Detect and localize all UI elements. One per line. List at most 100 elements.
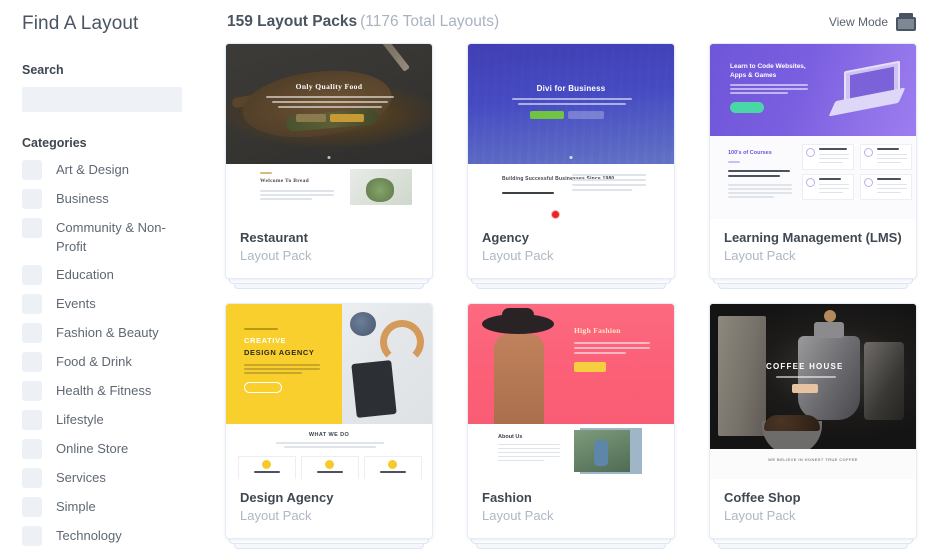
layout-pack-card-slot: High Fashion About Us Fashion Layout Pac… [467, 303, 675, 549]
thumb-hero-button [574, 362, 606, 372]
card-meta: Design Agency Layout Pack [226, 479, 432, 538]
checkbox-icon[interactable] [22, 294, 42, 314]
thumb-section-heading: About Us [498, 434, 523, 440]
category-label: Online Store [56, 441, 129, 456]
thumb-hero-heading-top: CREATIVE [244, 336, 287, 345]
category-list: Art & Design Business Community & Non-Pr… [22, 160, 203, 546]
layout-pack-card-slot: Learn to Code Websites, Apps & Games 100… [709, 43, 917, 289]
page-title: Find A Layout [22, 13, 139, 34]
thumb-section-heading: 100's of Courses [728, 150, 772, 156]
category-item-health-fitness[interactable]: Health & Fitness [22, 381, 203, 401]
category-item-services[interactable]: Services [22, 468, 203, 488]
card-title: Restaurant [240, 230, 308, 245]
layout-pack-count-main: 159 Layout Packs [227, 13, 358, 30]
card-subtitle: Layout Pack [240, 248, 312, 263]
layout-pack-card-slot: COFFEE HOUSE WE BELIEVE IN HONEST TRUE C… [709, 303, 917, 549]
layout-pack-card-coffee-shop[interactable]: COFFEE HOUSE WE BELIEVE IN HONEST TRUE C… [709, 303, 917, 539]
thumb-hero-button [244, 382, 282, 393]
category-item-food-drink[interactable]: Food & Drink [22, 352, 203, 372]
card-thumbnail: Learn to Code Websites, Apps & Games 100… [710, 44, 916, 219]
search-label: Search [22, 63, 64, 77]
category-item-lifestyle[interactable]: Lifestyle [22, 410, 203, 430]
thumb-section-heading: WHAT WE DO [308, 432, 350, 438]
thumb-hero-heading: Divi for Business [536, 84, 606, 93]
thumb-hero-button [330, 114, 364, 122]
cursor-position-indicator [552, 211, 559, 218]
layout-pack-count: 159 Layout Packs (1176 Total Layouts) [227, 12, 499, 32]
category-item-online-store[interactable]: Online Store [22, 439, 203, 459]
card-title: Agency [482, 230, 529, 245]
thumb-hero-heading: DESIGN AGENCY [244, 348, 315, 357]
category-label: Fashion & Beauty [56, 325, 159, 340]
category-item-business[interactable]: Business [22, 189, 203, 209]
category-label: Business [56, 191, 109, 206]
category-label: Technology [56, 528, 122, 543]
card-subtitle: Layout Pack [724, 508, 796, 523]
card-subtitle: Layout Pack [724, 248, 796, 263]
checkbox-icon[interactable] [22, 160, 42, 180]
category-label: Food & Drink [56, 354, 132, 369]
layout-pack-card-slot: Divi for Business Building Successful Bu… [467, 43, 675, 289]
checkbox-icon[interactable] [22, 381, 42, 401]
card-stack-icon[interactable] [896, 13, 916, 31]
layout-pack-card-slot: CREATIVE DESIGN AGENCY WHAT WE DO Design… [225, 303, 433, 549]
card-meta: Learning Management (LMS) Layout Pack [710, 219, 916, 278]
checkbox-icon[interactable] [22, 410, 42, 430]
thumb-hero-heading: Only Quality Food [295, 82, 363, 91]
checkbox-icon[interactable] [22, 439, 42, 459]
layout-pack-card-agency[interactable]: Divi for Business Building Successful Bu… [467, 43, 675, 279]
thumb-hero-heading: COFFEE HOUSE [766, 362, 844, 371]
card-subtitle: Layout Pack [482, 508, 554, 523]
category-item-art-design[interactable]: Art & Design [22, 160, 203, 180]
category-label: Health & Fitness [56, 383, 152, 398]
card-thumbnail: High Fashion About Us [468, 304, 674, 479]
thumb-section-heading: Welcome To Bread [260, 178, 310, 184]
layout-pack-grid: Only Quality Food Welcome To Bread Resta… [225, 38, 930, 549]
checkbox-icon[interactable] [22, 497, 42, 517]
layout-pack-card-restaurant[interactable]: Only Quality Food Welcome To Bread Resta… [225, 43, 433, 279]
checkbox-icon[interactable] [22, 218, 42, 238]
category-label: Services [56, 470, 106, 485]
layout-packs-main: 159 Layout Packs (1176 Total Layouts) Vie… [225, 0, 940, 551]
checkbox-icon[interactable] [22, 526, 42, 546]
card-thumbnail: Divi for Business Building Successful Bu… [468, 44, 674, 219]
search-input[interactable] [22, 87, 182, 112]
card-subtitle: Layout Pack [482, 248, 554, 263]
category-label: Art & Design [56, 162, 129, 177]
thumb-section-heading: WE BELIEVE IN HONEST TRUE COFFEE [768, 457, 858, 462]
view-mode-label: View Mode [828, 15, 888, 29]
category-label: Community & Non-Profit [56, 220, 166, 254]
category-item-fashion-beauty[interactable]: Fashion & Beauty [22, 323, 203, 343]
thumb-hero-heading: Learn to Code Websites, Apps & Games [730, 63, 806, 79]
thumb-hero-heading: High Fashion [574, 326, 621, 335]
card-subtitle: Layout Pack [240, 508, 312, 523]
view-mode-toggle[interactable]: View Mode [829, 13, 928, 31]
category-item-simple[interactable]: Simple [22, 497, 203, 517]
category-label: Events [56, 296, 96, 311]
card-thumbnail: Only Quality Food Welcome To Bread [226, 44, 432, 219]
category-label: Simple [56, 499, 96, 514]
card-meta: Agency Layout Pack [468, 219, 674, 278]
card-meta: Restaurant Layout Pack [226, 219, 432, 278]
category-item-events[interactable]: Events [22, 294, 203, 314]
layout-pack-card-lms[interactable]: Learn to Code Websites, Apps & Games 100… [709, 43, 917, 279]
category-item-technology[interactable]: Technology [22, 526, 203, 546]
layout-pack-card-slot: Only Quality Food Welcome To Bread Resta… [225, 43, 433, 289]
main-header: 159 Layout Packs (1176 Total Layouts) Vie… [225, 6, 930, 38]
checkbox-icon[interactable] [22, 189, 42, 209]
thumb-hero-button [730, 102, 764, 113]
checkbox-icon[interactable] [22, 352, 42, 372]
category-label: Lifestyle [56, 412, 104, 427]
layout-pack-card-fashion[interactable]: High Fashion About Us Fashion Layout Pac… [467, 303, 675, 539]
category-item-community-non-profit[interactable]: Community & Non-Profit [22, 218, 203, 256]
categories-label: Categories [22, 136, 87, 150]
category-item-education[interactable]: Education [22, 265, 203, 285]
layout-pack-card-design-agency[interactable]: CREATIVE DESIGN AGENCY WHAT WE DO Design… [225, 303, 433, 539]
card-title: Coffee Shop [724, 490, 801, 505]
checkbox-icon[interactable] [22, 323, 42, 343]
checkbox-icon[interactable] [22, 468, 42, 488]
card-title: Design Agency [240, 490, 334, 505]
sidebar: Find A Layout Search Categories Art & De… [0, 0, 225, 551]
card-thumbnail: COFFEE HOUSE WE BELIEVE IN HONEST TRUE C… [710, 304, 916, 479]
checkbox-icon[interactable] [22, 265, 42, 285]
